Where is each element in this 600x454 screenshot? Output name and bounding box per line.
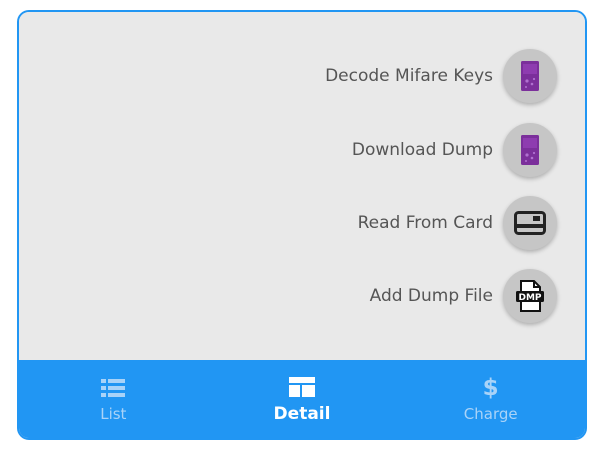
download-dump-button[interactable]	[503, 123, 557, 177]
card-reader-icon	[514, 211, 546, 235]
dmp-file-icon: DMP	[516, 280, 544, 312]
list-icon	[101, 379, 126, 397]
nav-item-list[interactable]: List	[19, 360, 208, 438]
add-dump-file-button[interactable]: DMP	[503, 269, 557, 323]
fab-row-decode-mifare-keys[interactable]: Decode Mifare Keys	[325, 49, 557, 103]
fab-label-add-dump-file: Add Dump File	[369, 286, 493, 306]
purple-card-icon	[521, 135, 539, 165]
decode-mifare-keys-button[interactable]	[503, 49, 557, 103]
fab-row-add-dump-file[interactable]: Add Dump File DMP	[370, 269, 557, 323]
content-area: Decode Mifare Keys Download Dump Read Fr…	[19, 12, 585, 362]
fab-row-download-dump[interactable]: Download Dump	[352, 123, 557, 177]
dmp-icon-text: DMP	[518, 293, 541, 303]
dollar-icon: $	[482, 375, 499, 401]
nav-label-charge: Charge	[463, 405, 518, 423]
fab-label-read-from-card: Read From Card	[357, 213, 493, 233]
nav-item-detail[interactable]: Detail	[208, 360, 397, 438]
read-from-card-button[interactable]	[503, 196, 557, 250]
fab-row-read-from-card[interactable]: Read From Card	[358, 196, 557, 250]
fab-label-download-dump: Download Dump	[351, 140, 493, 160]
bottom-navigation: List Detail $ Charge	[19, 360, 585, 438]
purple-card-icon	[521, 61, 539, 91]
nav-label-detail: Detail	[273, 404, 331, 424]
app-frame: Decode Mifare Keys Download Dump Read Fr…	[17, 10, 587, 440]
nav-item-charge[interactable]: $ Charge	[396, 360, 585, 438]
fab-label-decode-mifare-keys: Decode Mifare Keys	[325, 66, 493, 86]
nav-label-list: List	[100, 405, 127, 423]
detail-icon	[289, 377, 315, 397]
